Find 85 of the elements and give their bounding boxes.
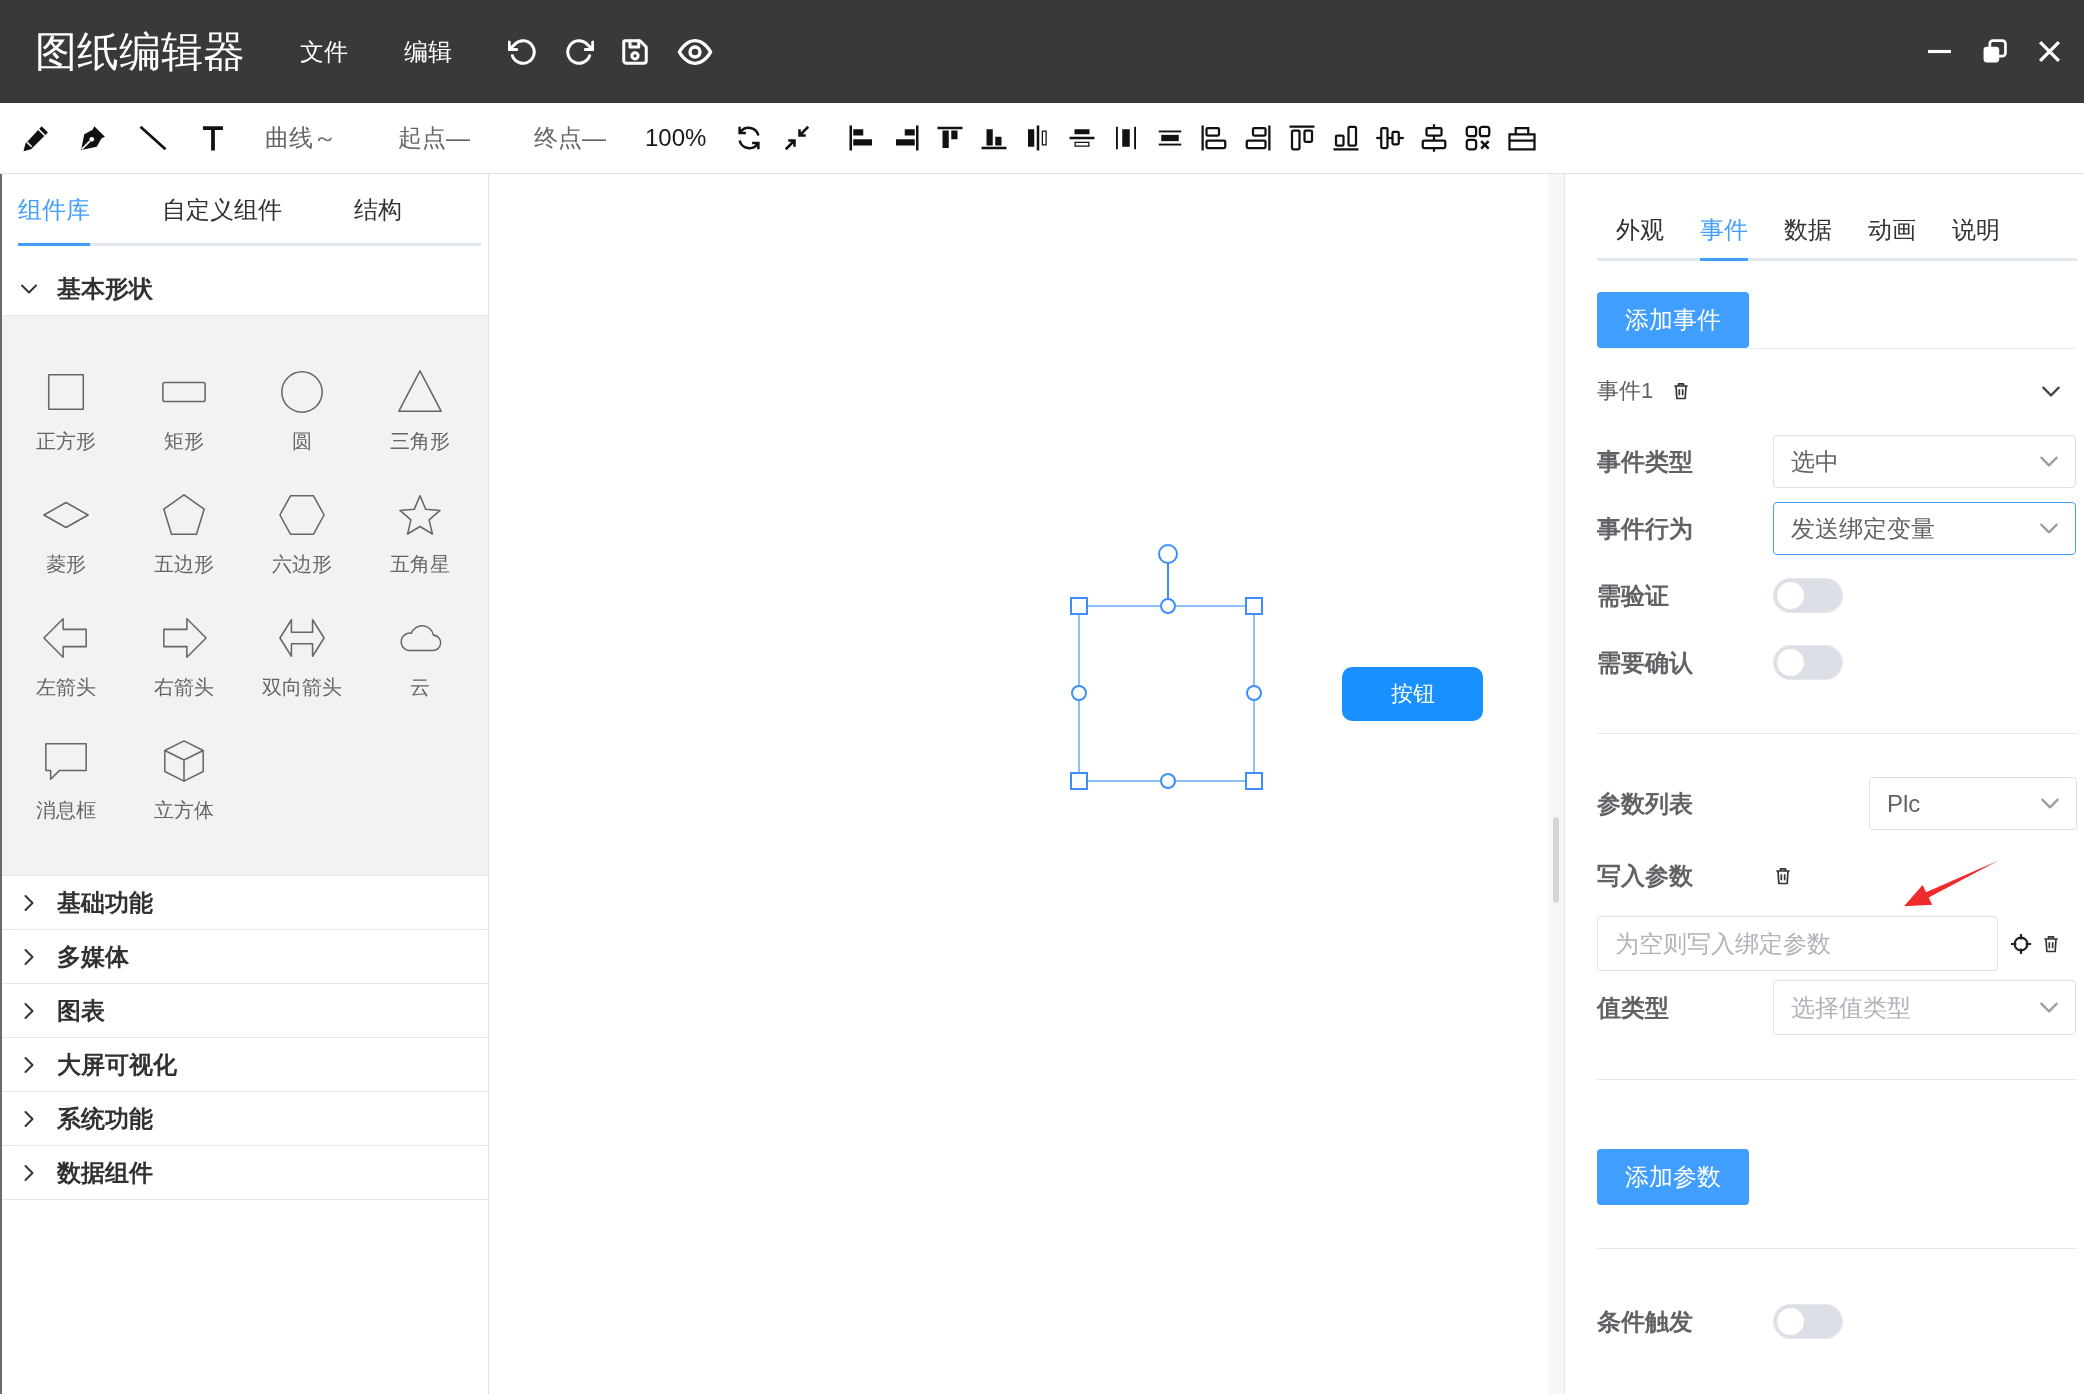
- field-label: 需验证: [1597, 580, 1670, 611]
- zoom-level: 100%: [645, 124, 707, 152]
- pen-nib-icon[interactable]: [78, 123, 108, 153]
- shape-item[interactable]: 云: [396, 614, 444, 700]
- shape-item[interactable]: 正方形: [36, 368, 96, 454]
- shape-item[interactable]: 三角形: [390, 368, 450, 454]
- resize-handle[interactable]: [1245, 597, 1263, 615]
- panel-tab[interactable]: 结构: [354, 190, 402, 246]
- canvas-button[interactable]: 按钮: [1342, 667, 1483, 721]
- menu-item[interactable]: 编辑: [404, 35, 452, 68]
- chevron-down-icon: [2039, 456, 2059, 467]
- chevron-down-icon: [2039, 1002, 2059, 1013]
- resize-handle[interactable]: [1246, 685, 1262, 701]
- shape-item[interactable]: 五角星: [390, 491, 450, 577]
- shape-item[interactable]: 消息框: [36, 737, 96, 823]
- align-top-outline-icon[interactable]: [1287, 123, 1318, 153]
- shape-item[interactable]: 右箭头: [154, 614, 214, 700]
- shape-item[interactable]: 左箭头: [36, 614, 96, 700]
- select-field[interactable]: Plc: [1869, 777, 2077, 830]
- panel-tab[interactable]: 数据: [1784, 210, 1832, 261]
- field-label: 事件行为: [1597, 513, 1694, 544]
- category-header[interactable]: 大屏可视化: [2, 1038, 488, 1092]
- curve-option[interactable]: 曲线～: [265, 122, 337, 154]
- chevron-right-icon[interactable]: [24, 1109, 34, 1128]
- end-point-option[interactable]: 终点—: [534, 122, 606, 154]
- category-header[interactable]: 多媒体: [2, 930, 488, 984]
- toggle-switch[interactable]: [1773, 645, 1843, 680]
- splitter-handle[interactable]: [1553, 817, 1559, 903]
- panel-tab[interactable]: 动画: [1868, 210, 1916, 261]
- category-header[interactable]: 系统功能: [2, 1092, 488, 1146]
- chevron-right-icon[interactable]: [24, 1163, 34, 1182]
- field-label: 写入参数: [1597, 861, 1694, 891]
- category-header[interactable]: 数据组件: [2, 1146, 488, 1200]
- shape-item[interactable]: 六边形: [272, 491, 332, 577]
- app-title: 图纸编辑器: [35, 26, 245, 77]
- align-bottom-outline-icon[interactable]: [1331, 123, 1362, 153]
- menu-item[interactable]: 文件: [300, 35, 348, 68]
- chevron-down-icon[interactable]: [2041, 385, 2061, 397]
- resize-handle[interactable]: [1160, 598, 1176, 614]
- text-input[interactable]: 为空则写入绑定参数: [1597, 916, 1998, 971]
- resize-handle[interactable]: [1245, 772, 1263, 790]
- category-header[interactable]: 基础功能: [2, 876, 488, 930]
- rotate-handle[interactable]: [1158, 544, 1178, 600]
- shape-item[interactable]: 双向箭头: [262, 614, 342, 700]
- align-right-outline-icon[interactable]: [1243, 123, 1274, 153]
- restore-icon[interactable]: [1982, 39, 2007, 64]
- chevron-down-icon[interactable]: [20, 283, 38, 294]
- field-label: 条件触发: [1597, 1306, 1694, 1337]
- chevron-down-icon: [2039, 523, 2059, 534]
- select-field[interactable]: 发送绑定变量: [1773, 502, 2076, 555]
- chevron-down-icon: [2040, 798, 2060, 809]
- field-label: 值类型: [1597, 992, 1670, 1023]
- event-title: 事件1: [1597, 377, 1654, 405]
- close-icon[interactable]: [2037, 39, 2062, 64]
- panel-tab[interactable]: 外观: [1616, 210, 1664, 261]
- panel-tab[interactable]: 说明: [1952, 210, 2000, 261]
- chevron-right-icon[interactable]: [24, 947, 34, 966]
- resize-handle[interactable]: [1160, 773, 1176, 789]
- resize-handle[interactable]: [1070, 772, 1088, 790]
- chevron-right-icon[interactable]: [24, 1055, 34, 1074]
- field-label: 事件类型: [1597, 446, 1694, 477]
- toggle-switch[interactable]: [1773, 1304, 1843, 1339]
- shape-item[interactable]: 圆: [278, 368, 326, 454]
- field-label: 参数列表: [1597, 788, 1694, 819]
- category-header[interactable]: 图表: [2, 984, 488, 1038]
- pencil-icon[interactable]: [21, 123, 51, 153]
- chevron-right-icon[interactable]: [24, 893, 34, 912]
- diagonal-line-icon[interactable]: [138, 123, 168, 153]
- redo-icon[interactable]: [564, 36, 594, 67]
- shape-item[interactable]: 立方体: [154, 737, 214, 823]
- field-label: 需要确认: [1597, 647, 1694, 678]
- shape-item[interactable]: 五边形: [154, 491, 214, 577]
- start-point-option[interactable]: 起点—: [398, 122, 470, 154]
- undo-icon[interactable]: [508, 36, 538, 67]
- resize-handle[interactable]: [1071, 685, 1087, 701]
- select-field[interactable]: 选中: [1773, 435, 2076, 488]
- panel-tab[interactable]: 自定义组件: [162, 190, 282, 246]
- save-icon[interactable]: [620, 36, 650, 67]
- toggle-switch[interactable]: [1773, 578, 1843, 613]
- resize-handle[interactable]: [1070, 597, 1088, 615]
- circle-icon: [278, 368, 326, 416]
- shape-item[interactable]: 矩形: [160, 368, 208, 454]
- shape-item[interactable]: 菱形: [42, 491, 90, 577]
- chevron-right-icon[interactable]: [24, 1001, 34, 1020]
- crosshair-icon[interactable]: [2010, 932, 2032, 955]
